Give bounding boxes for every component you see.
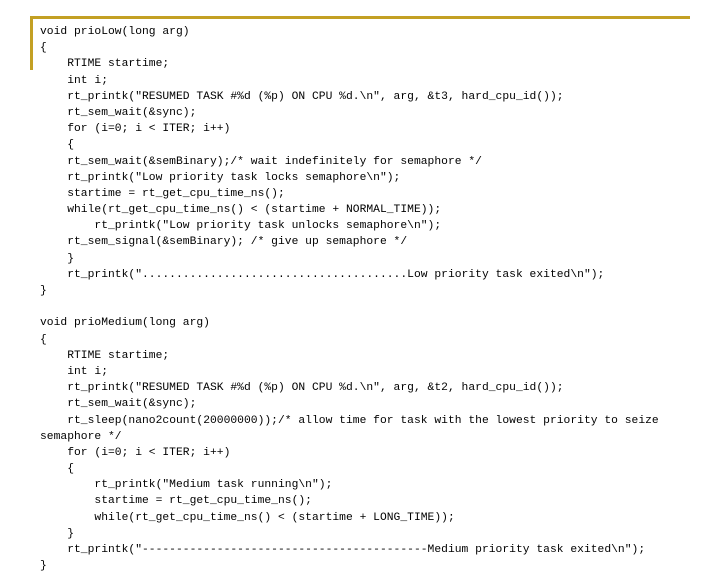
code-line: rt_sem_wait(&sync); bbox=[40, 106, 197, 119]
code-line: } bbox=[40, 252, 74, 265]
code-line: rt_printk("Low priority task unlocks sem… bbox=[40, 220, 442, 233]
code-line: void prioMedium(long arg) bbox=[40, 317, 210, 330]
code-line: rt_printk("RESUMED TASK #%d (%p) ON CPU … bbox=[40, 90, 564, 103]
code-line: rt_sem_signal(&semBinary); /* give up se… bbox=[40, 236, 408, 249]
code-line: { bbox=[40, 42, 47, 55]
code-line: startime = rt_get_cpu_time_ns(); bbox=[40, 187, 285, 200]
code-line: rt_sem_wait(&sync); bbox=[40, 398, 197, 411]
code-line: rt_printk("Medium task running\n"); bbox=[40, 479, 333, 492]
code-line: rt_printk("-----------------------------… bbox=[40, 544, 646, 557]
code-line: int i; bbox=[40, 365, 108, 378]
code-line: rt_sleep(nano2count(20000000));/* allow … bbox=[40, 414, 666, 443]
code-line: for (i=0; i < ITER; i++) bbox=[40, 446, 231, 459]
code-line: { bbox=[40, 463, 74, 476]
code-line: rt_printk("RESUMED TASK #%d (%p) ON CPU … bbox=[40, 382, 564, 395]
code-line: int i; bbox=[40, 74, 108, 87]
code-line: { bbox=[40, 333, 47, 346]
code-line: RTIME startime; bbox=[40, 58, 170, 71]
code-block: void prioLow(long arg){ RTIME startime; … bbox=[40, 24, 712, 574]
accent-rule-left bbox=[30, 16, 33, 70]
slide-canvas: void prioLow(long arg){ RTIME startime; … bbox=[0, 0, 720, 572]
code-line: rt_printk("Low priority task locks semap… bbox=[40, 171, 401, 184]
code-line: RTIME startime; bbox=[40, 349, 170, 362]
code-line: while(rt_get_cpu_time_ns() < (startime +… bbox=[40, 511, 455, 524]
code-line: { bbox=[40, 139, 74, 152]
code-line: for (i=0; i < ITER; i++) bbox=[40, 123, 231, 136]
code-line: rt_printk(".............................… bbox=[40, 268, 605, 281]
accent-rule-top bbox=[30, 16, 690, 19]
code-line: } bbox=[40, 560, 47, 573]
code-line: rt_sem_wait(&semBinary);/* wait indefini… bbox=[40, 155, 482, 168]
code-line: startime = rt_get_cpu_time_ns(); bbox=[40, 495, 312, 508]
code-line: } bbox=[40, 285, 47, 297]
code-line: void prioLow(long arg) bbox=[40, 26, 190, 38]
code-line: while(rt_get_cpu_time_ns() < (startime +… bbox=[40, 204, 442, 217]
